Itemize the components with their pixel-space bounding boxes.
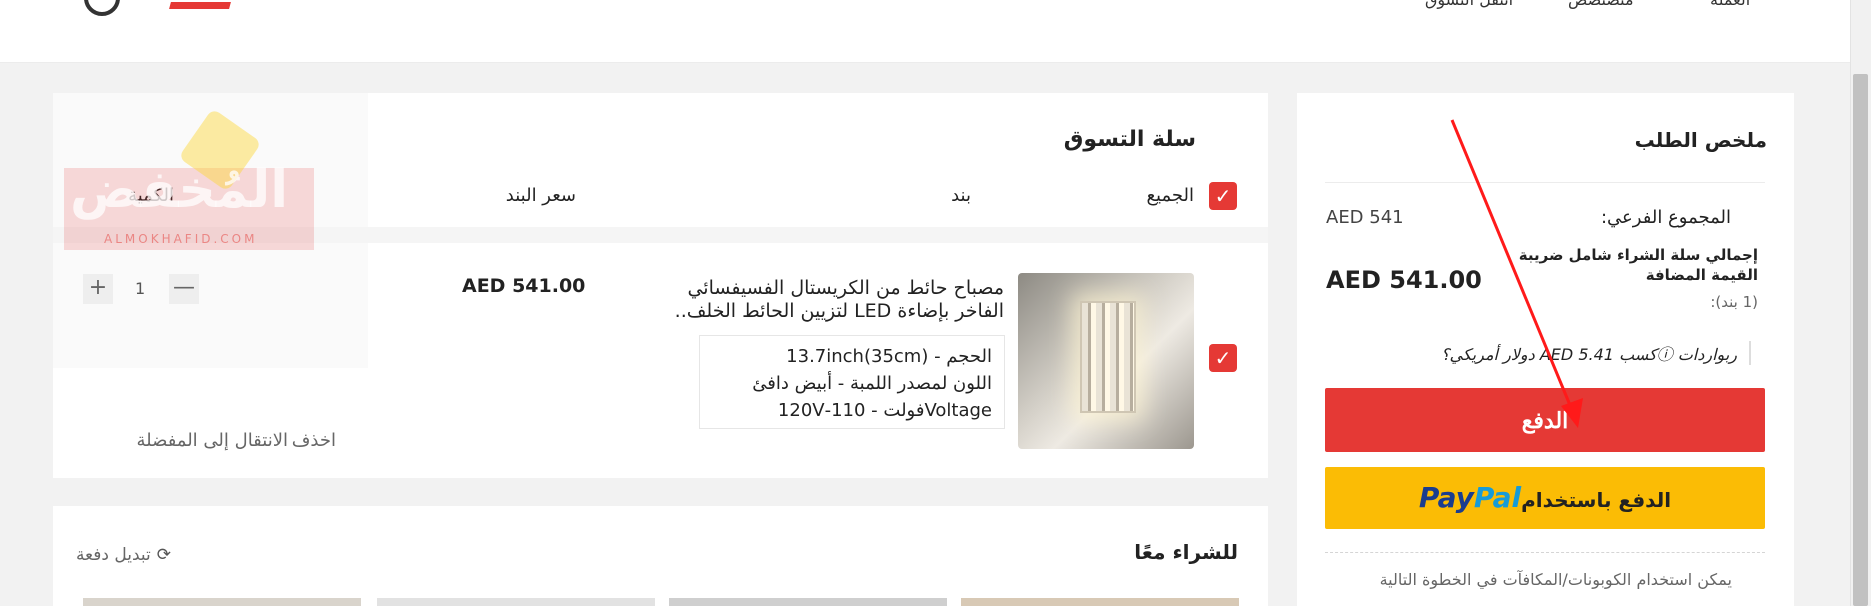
logo-mark [169,2,231,9]
quantity-value[interactable]: 1 [135,279,145,298]
watermark-subtext: ALMOKHAFID.COM [104,232,258,246]
switch-batch-link[interactable]: ⟳تبديل دفعة [76,545,171,565]
product-thumb[interactable] [961,598,1239,606]
paypal-logo-pay: Pay [1418,481,1474,514]
switch-batch-label: تبديل دفعة [75,545,151,565]
check-icon: ✓ [1214,184,1232,208]
select-all-label: الجميع [1146,185,1194,206]
header-link-account[interactable]: منصتصص [1568,0,1634,9]
top-header: انتقل التسوق منصتصص العملة [0,0,1850,63]
move-to-wishlist-link[interactable]: الانتقال إلى المفضلة [136,430,288,451]
subtotal-value: AED 541 [1326,207,1404,228]
variant-voltage: Voltageفولت - 110-120V [777,400,992,421]
check-icon: ✓ [1214,346,1232,370]
column-item: بند [951,185,971,206]
paypal-button[interactable]: PayPalالدفع باستخدام [1325,467,1765,529]
variant-size: الحجم - 13.7inch(35cm) [786,346,992,367]
buy-together-card [53,506,1268,606]
product-thumb[interactable] [83,598,361,606]
product-variants[interactable]: الحجم - 13.7inch(35cm) اللون لمصدر اللمب… [699,335,1005,429]
product-title-line2[interactable]: الفاخر بإضاءة LED لتزيين الحائط الخلف.. [675,300,1004,322]
lamp-image-shape [1080,301,1136,413]
coupon-note: يمكن استخدام الكوبونات/المكافآت في الخطو… [1379,570,1732,589]
column-item-price: سعر البند [505,185,576,206]
quantity-decrease-button[interactable]: — [169,274,199,304]
quantity-increase-button[interactable]: + [83,274,113,304]
product-thumb[interactable] [669,598,947,606]
summary-dashed-divider [1325,552,1765,553]
paypal-label: الدفع باستخدام [1521,488,1672,512]
logo-icon[interactable] [84,0,120,16]
product-title-line1[interactable]: مصباح حائط من الكريستال الفسيفسائي [687,277,1004,299]
annotation-arrow-icon [1450,119,1583,428]
select-all-checkbox[interactable]: ✓ [1209,182,1237,210]
delete-item-link[interactable]: اخذف [292,430,336,451]
item-checkbox[interactable]: ✓ [1209,344,1237,372]
total-items-count: (1 بند): [1710,293,1758,311]
buy-together-title: للشراء معًا [1134,540,1238,564]
variant-color: اللون لمصدر اللمبة - أبيض دافئ [752,373,992,394]
scrollbar-thumb[interactable] [1853,74,1868,606]
header-link-currency[interactable]: العملة [1710,0,1750,9]
subtotal-label: المجموع الفرعي: [1600,207,1731,228]
summary-title: ملخص الطلب [1634,128,1767,152]
header-link-continue-shopping[interactable]: انتقل التسوق [1425,0,1513,9]
product-thumb[interactable] [377,598,655,606]
item-price: AED 541.00 [462,275,586,297]
watermark-logo: المُخفض [70,160,289,220]
product-image[interactable] [1018,273,1194,449]
refresh-icon: ⟳ [156,545,171,565]
cart-title: سلة التسوق [1063,127,1196,152]
paypal-logo-pal: Pal [1473,481,1522,514]
